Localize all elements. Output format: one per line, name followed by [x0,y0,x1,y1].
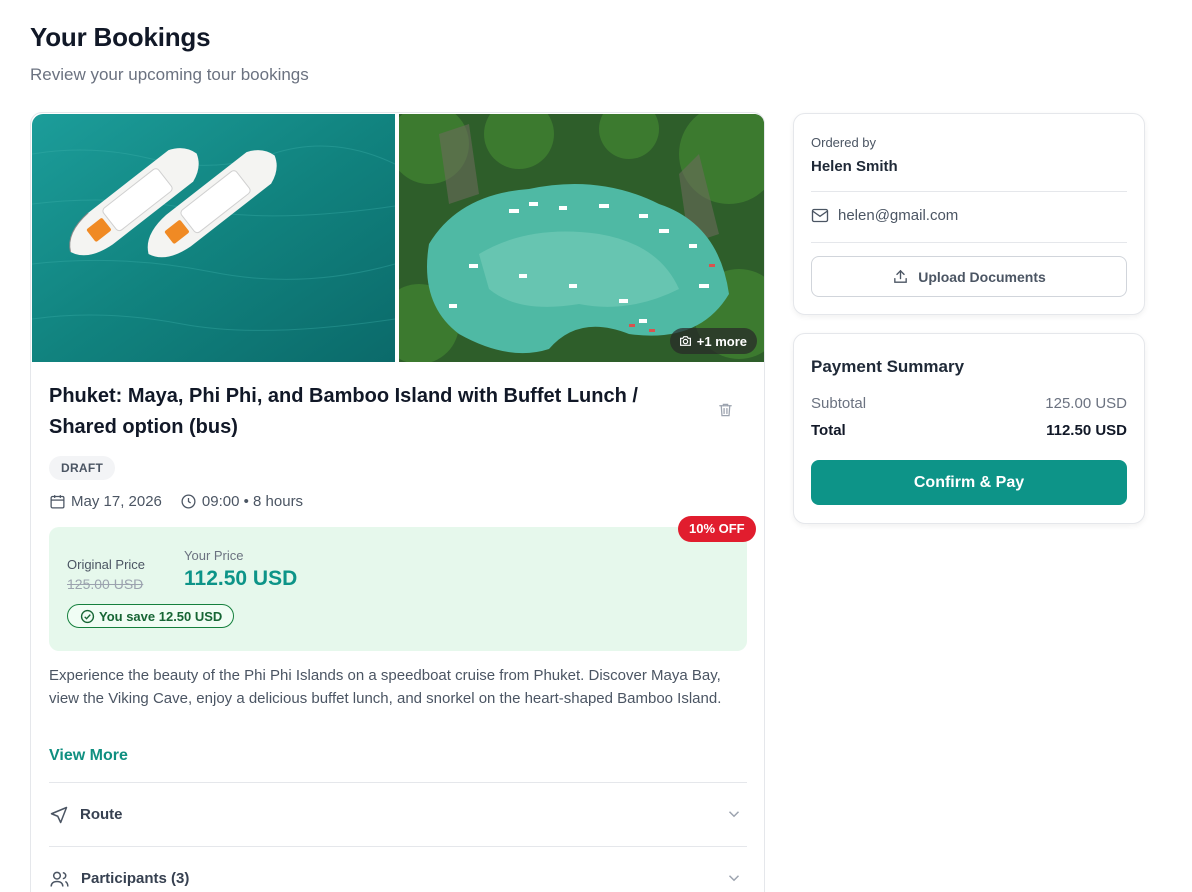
trash-icon [719,403,732,417]
mail-icon [811,208,829,223]
divider [811,242,1127,243]
chevron-down-icon [728,811,740,818]
booking-meta: May 17, 2026 09:00 • 8 hours [49,493,303,510]
your-price-label: Your Price [184,548,244,563]
original-price-label: Original Price [67,557,146,572]
booking-card: +1 more Phuket: Maya, Phi Phi, and Bambo… [30,112,765,892]
upload-documents-button[interactable]: Upload Documents [811,256,1127,297]
tour-description: Experience the beauty of the Phi Phi Isl… [49,667,722,707]
more-photos-label: +1 more [696,333,747,349]
subtotal-value: 125.00 USD [1045,395,1127,412]
navigation-icon [50,806,68,823]
subtotal-row: Subtotal 125.00 USD [811,395,1127,412]
clock-icon [181,494,196,509]
confirm-pay-button[interactable]: Confirm & Pay [811,460,1127,505]
page-header: Your Bookings Review your upcoming tour … [30,22,309,85]
upload-documents-label: Upload Documents [918,268,1046,285]
original-price-value: 125.00 USD [67,576,144,592]
booking-time-text: 09:00 • 8 hours [201,493,304,510]
booking-date: May 17, 2026 [49,493,162,510]
tour-title: Phuket: Maya, Phi Phi, and Bamboo Island… [49,385,638,438]
savings-text: You save 12.50 USD [99,608,223,624]
view-more-link[interactable]: View More [49,747,128,765]
page-title: Your Bookings [30,22,211,52]
savings-pill: You save 12.50 USD [67,604,235,628]
photo-gallery[interactable]: +1 more [32,114,764,362]
subtotal-label: Subtotal [811,395,867,412]
more-photos-badge[interactable]: +1 more [669,328,757,354]
payment-summary-title: Payment Summary [811,357,965,376]
check-circle-icon [80,609,95,623]
ordered-by-card: Ordered by Helen Smith helen@gmail.com U… [793,113,1145,315]
participants-accordion[interactable]: Participants (3) [49,846,747,892]
ordered-by-label: Ordered by [811,135,877,150]
booking-time: 09:00 • 8 hours [180,493,303,510]
total-row: Total 112.50 USD [811,422,1127,439]
chevron-down-icon [728,875,740,882]
route-accordion[interactable]: Route [49,782,747,846]
page-subtitle: Review your upcoming tour bookings [30,65,309,84]
status-badge: DRAFT [49,456,116,480]
camera-icon [679,336,691,346]
customer-name: Helen Smith [811,158,898,175]
delete-booking-button[interactable] [717,401,737,421]
your-price-value: 112.50 USD [184,567,298,590]
gallery-photo-speedboats[interactable] [32,114,395,362]
discount-badge: 10% OFF [678,516,756,542]
calendar-icon [50,495,65,509]
route-label: Route [80,806,123,823]
gallery-photo-bay[interactable]: +1 more [399,114,764,362]
total-label: Total [811,422,846,439]
price-box: Original Price 125.00 USD Your Price 112… [49,527,747,651]
divider [811,191,1127,192]
upload-icon [894,269,908,283]
participants-label: Participants (3) [81,870,190,887]
customer-email: helen@gmail.com [811,207,958,224]
payment-summary-card: Payment Summary Subtotal 125.00 USD Tota… [793,333,1145,524]
booking-date-text: May 17, 2026 [71,493,162,510]
customer-email-text: helen@gmail.com [838,207,959,224]
users-icon [50,871,69,887]
total-value: 112.50 USD [1046,422,1127,439]
